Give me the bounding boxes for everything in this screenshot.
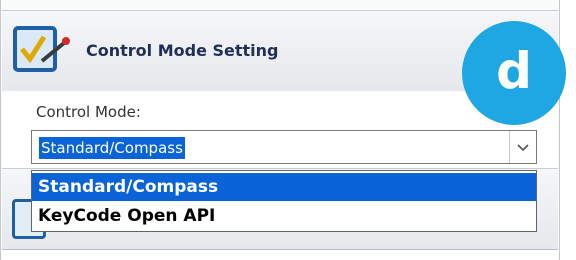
panel-title: Control Mode Setting (86, 41, 279, 60)
control-mode-label: Control Mode: (36, 103, 141, 121)
option-standard-compass[interactable]: Standard/Compass (32, 173, 536, 201)
settings-checklist-icon (13, 26, 70, 72)
step-badge: d (462, 21, 566, 125)
control-mode-selected-value: Standard/Compass (39, 137, 185, 159)
chevron-down-icon (517, 144, 529, 152)
control-mode-select[interactable]: Standard/Compass (31, 130, 537, 164)
dropdown-toggle[interactable] (509, 131, 536, 163)
control-mode-dropdown-list: Standard/Compass KeyCode Open API (31, 170, 537, 232)
option-keycode-open-api[interactable]: KeyCode Open API (32, 202, 536, 230)
